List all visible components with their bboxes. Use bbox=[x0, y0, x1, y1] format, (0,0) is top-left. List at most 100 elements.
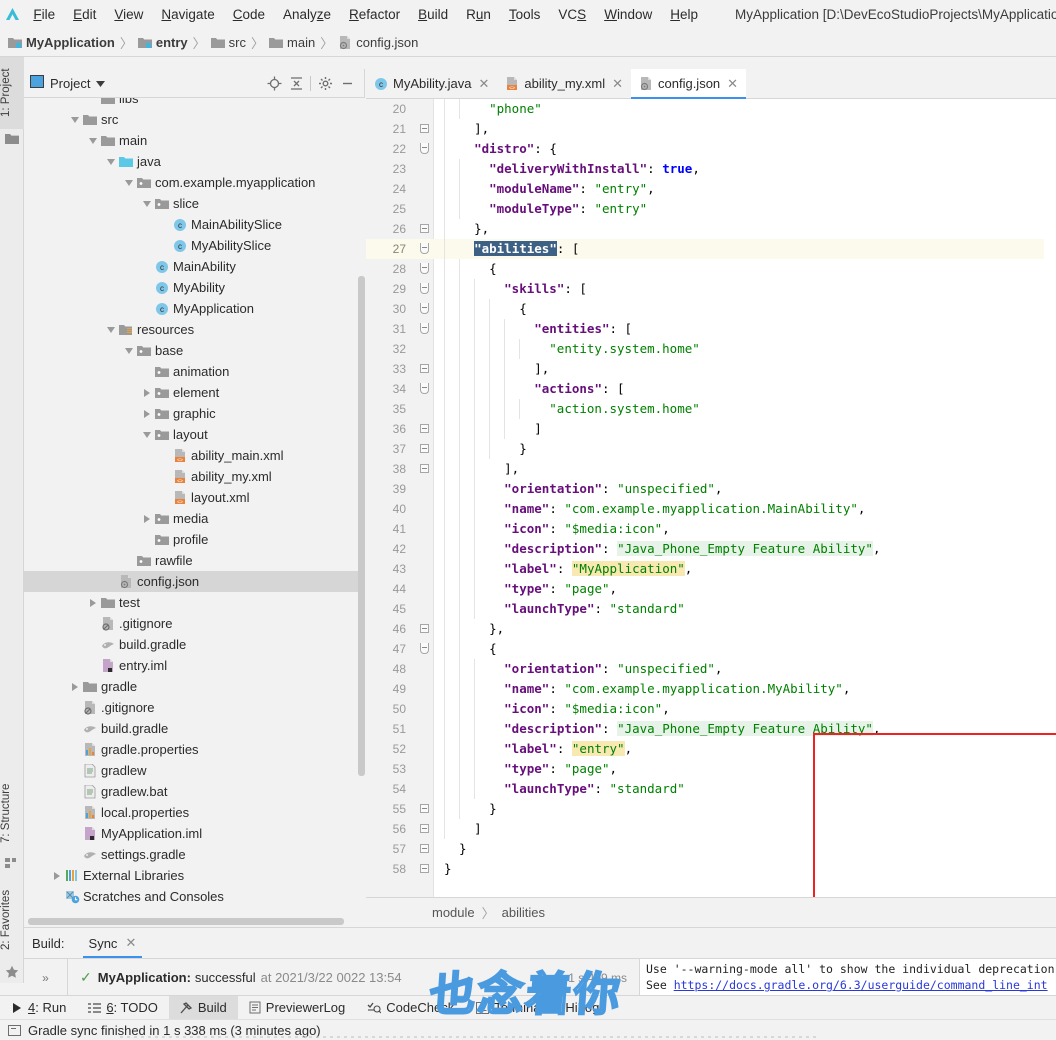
editor-breadcrumb-module[interactable]: module bbox=[432, 905, 475, 920]
editor-tab-config-json[interactable]: config.json ✕ bbox=[631, 69, 747, 99]
code-line-50[interactable]: 50 "icon": "$media:icon", bbox=[366, 699, 1056, 719]
fold-collapsed-icon[interactable] bbox=[420, 444, 429, 453]
close-icon[interactable]: ✕ bbox=[612, 76, 623, 92]
minimize-icon[interactable] bbox=[336, 72, 358, 94]
menu-view[interactable]: View bbox=[105, 4, 152, 25]
code-line-54[interactable]: 54 "launchType": "standard" bbox=[366, 779, 1056, 799]
tree-item-layout-xml[interactable]: <> layout.xml bbox=[24, 487, 365, 508]
breadcrumb-item-myapplication[interactable]: MyApplication bbox=[8, 35, 115, 50]
tree-item-ability-main-xml[interactable]: <> ability_main.xml bbox=[24, 445, 365, 466]
tree-item-gradlew[interactable]: gradlew bbox=[24, 760, 365, 781]
tree-horizontal-scrollbar[interactable] bbox=[28, 918, 344, 925]
collapse-all-icon[interactable] bbox=[285, 72, 307, 94]
fold-collapsed-icon[interactable] bbox=[420, 864, 429, 873]
tree-item-myapplication-iml[interactable]: MyApplication.iml bbox=[24, 823, 365, 844]
tree-vertical-scrollbar[interactable] bbox=[358, 276, 365, 776]
breadcrumb-item-config-json[interactable]: config.json bbox=[338, 35, 418, 50]
tree-item-slice[interactable]: slice bbox=[24, 193, 365, 214]
code-line-37[interactable]: 37} bbox=[366, 439, 1056, 459]
code-line-39[interactable]: 39 "orientation": "unspecified", bbox=[366, 479, 1056, 499]
tree-item-rawfile[interactable]: rawfile bbox=[24, 550, 365, 571]
code-line-35[interactable]: 35 "action.system.home" bbox=[366, 399, 1056, 419]
status-tab-codecheck[interactable]: CodeCheck bbox=[356, 996, 465, 1020]
editor-tab-ability-my-xml[interactable]: <> ability_my.xml ✕ bbox=[497, 69, 631, 98]
code-line-26[interactable]: 26}, bbox=[366, 219, 1056, 239]
status-tab-previewerlog[interactable]: PreviewerLog bbox=[238, 996, 357, 1020]
status-tab-terminal[interactable]: Terminal bbox=[465, 996, 554, 1020]
fold-collapsed-icon[interactable] bbox=[420, 464, 429, 473]
chevron-down-icon[interactable] bbox=[104, 151, 117, 172]
code-editor[interactable]: 20 "phone" 21], 22 "distro": {23 "deliveryWit… bbox=[366, 99, 1056, 897]
chevron-right-icon[interactable] bbox=[140, 382, 153, 403]
code-line-21[interactable]: 21], bbox=[366, 119, 1056, 139]
fold-expanded-icon[interactable] bbox=[420, 323, 429, 334]
breadcrumb-item-entry[interactable]: entry bbox=[137, 35, 188, 50]
fold-collapsed-icon[interactable] bbox=[420, 824, 429, 833]
breadcrumb-item-main[interactable]: main bbox=[269, 35, 315, 50]
rail-tab-structure[interactable]: 7: Structure bbox=[0, 773, 24, 853]
code-line-28[interactable]: 28 { bbox=[366, 259, 1056, 279]
chevron-down-icon[interactable] bbox=[140, 193, 153, 214]
menu-vcs[interactable]: VCS bbox=[549, 4, 595, 25]
chevron-right-icon[interactable] bbox=[50, 865, 63, 886]
menu-window[interactable]: Window bbox=[595, 4, 661, 25]
code-line-22[interactable]: 22 "distro": { bbox=[366, 139, 1056, 159]
chevron-right-icon[interactable] bbox=[86, 592, 99, 613]
tree-item-build-gradle[interactable]: build.gradle bbox=[24, 634, 365, 655]
fold-collapsed-icon[interactable] bbox=[420, 424, 429, 433]
tree-item-gradlew-bat[interactable]: gradlew.bat bbox=[24, 781, 365, 802]
editor-marker-bar[interactable] bbox=[1044, 129, 1056, 897]
tree-item-graphic[interactable]: graphic bbox=[24, 403, 365, 424]
build-result-row[interactable]: ✓ MyApplication: successful at 2021/3/22… bbox=[68, 959, 640, 996]
tree-item-layout[interactable]: layout bbox=[24, 424, 365, 445]
chevron-right-icon[interactable] bbox=[140, 508, 153, 529]
menu-navigate[interactable]: Navigate bbox=[152, 4, 223, 25]
fold-expanded-icon[interactable] bbox=[420, 243, 429, 254]
code-line-49[interactable]: 49 "name": "com.example.myapplication.MyA… bbox=[366, 679, 1056, 699]
tree-item-test[interactable]: test bbox=[24, 592, 365, 613]
message-icon[interactable] bbox=[8, 1024, 21, 1037]
code-line-52[interactable]: 52 "label": "entry", bbox=[366, 739, 1056, 759]
fold-collapsed-icon[interactable] bbox=[420, 844, 429, 853]
code-line-42[interactable]: 42 "description": "Java_Phone_Empty Featu… bbox=[366, 539, 1056, 559]
status-tab-build[interactable]: Build bbox=[168, 995, 238, 1020]
tree-item-myability[interactable]: c MyAbility bbox=[24, 277, 365, 298]
tree-item--gitignore[interactable]: .gitignore bbox=[24, 697, 365, 718]
tree-item-external-libraries[interactable]: External Libraries bbox=[24, 865, 365, 886]
locate-icon[interactable] bbox=[263, 72, 285, 94]
code-line-36[interactable]: 36] bbox=[366, 419, 1056, 439]
tree-item-gradle-properties[interactable]: gradle.properties bbox=[24, 739, 365, 760]
tree-item-settings-gradle[interactable]: settings.gradle bbox=[24, 844, 365, 865]
chevron-down-icon[interactable] bbox=[104, 319, 117, 340]
code-line-29[interactable]: 29 "skills": [ bbox=[366, 279, 1056, 299]
code-line-38[interactable]: 38], bbox=[366, 459, 1056, 479]
code-line-20[interactable]: 20 "phone" bbox=[366, 99, 1056, 119]
code-line-56[interactable]: 56] bbox=[366, 819, 1056, 839]
gradle-docs-link[interactable]: https://docs.gradle.org/6.3/userguide/co… bbox=[674, 978, 1048, 992]
code-line-41[interactable]: 41 "icon": "$media:icon", bbox=[366, 519, 1056, 539]
fold-expanded-icon[interactable] bbox=[420, 143, 429, 154]
code-line-25[interactable]: 25 "moduleType": "entry" bbox=[366, 199, 1056, 219]
code-line-46[interactable]: 46}, bbox=[366, 619, 1056, 639]
chevron-down-icon[interactable] bbox=[122, 172, 135, 193]
tree-item-animation[interactable]: animation bbox=[24, 361, 365, 382]
status-tab-6-todo[interactable]: 6: TODO bbox=[77, 996, 169, 1020]
code-line-27[interactable]: 27 "abilities": [ bbox=[366, 239, 1056, 259]
tree-item-entry-iml[interactable]: entry.iml bbox=[24, 655, 365, 676]
code-line-53[interactable]: 53 "type": "page", bbox=[366, 759, 1056, 779]
status-tab-4-run[interactable]: 4: Run bbox=[0, 996, 77, 1020]
fold-collapsed-icon[interactable] bbox=[420, 804, 429, 813]
code-line-32[interactable]: 32 "entity.system.home" bbox=[366, 339, 1056, 359]
menu-code[interactable]: Code bbox=[224, 4, 274, 25]
chevron-right-icon[interactable] bbox=[68, 676, 81, 697]
fold-expanded-icon[interactable] bbox=[420, 303, 429, 314]
code-line-31[interactable]: 31 "entities": [ bbox=[366, 319, 1056, 339]
tree-item-base[interactable]: base bbox=[24, 340, 365, 361]
status-tab-hilog[interactable]: HiLog bbox=[554, 996, 610, 1020]
tree-item-scratches-and-consoles[interactable]: Scratches and Consoles bbox=[24, 886, 365, 907]
code-line-24[interactable]: 24 "moduleName": "entry", bbox=[366, 179, 1056, 199]
tree-item-mainability[interactable]: c MainAbility bbox=[24, 256, 365, 277]
build-tab-sync[interactable]: Sync ✕ bbox=[82, 928, 143, 958]
code-line-47[interactable]: 47 { bbox=[366, 639, 1056, 659]
chevron-down-icon[interactable] bbox=[96, 76, 106, 90]
